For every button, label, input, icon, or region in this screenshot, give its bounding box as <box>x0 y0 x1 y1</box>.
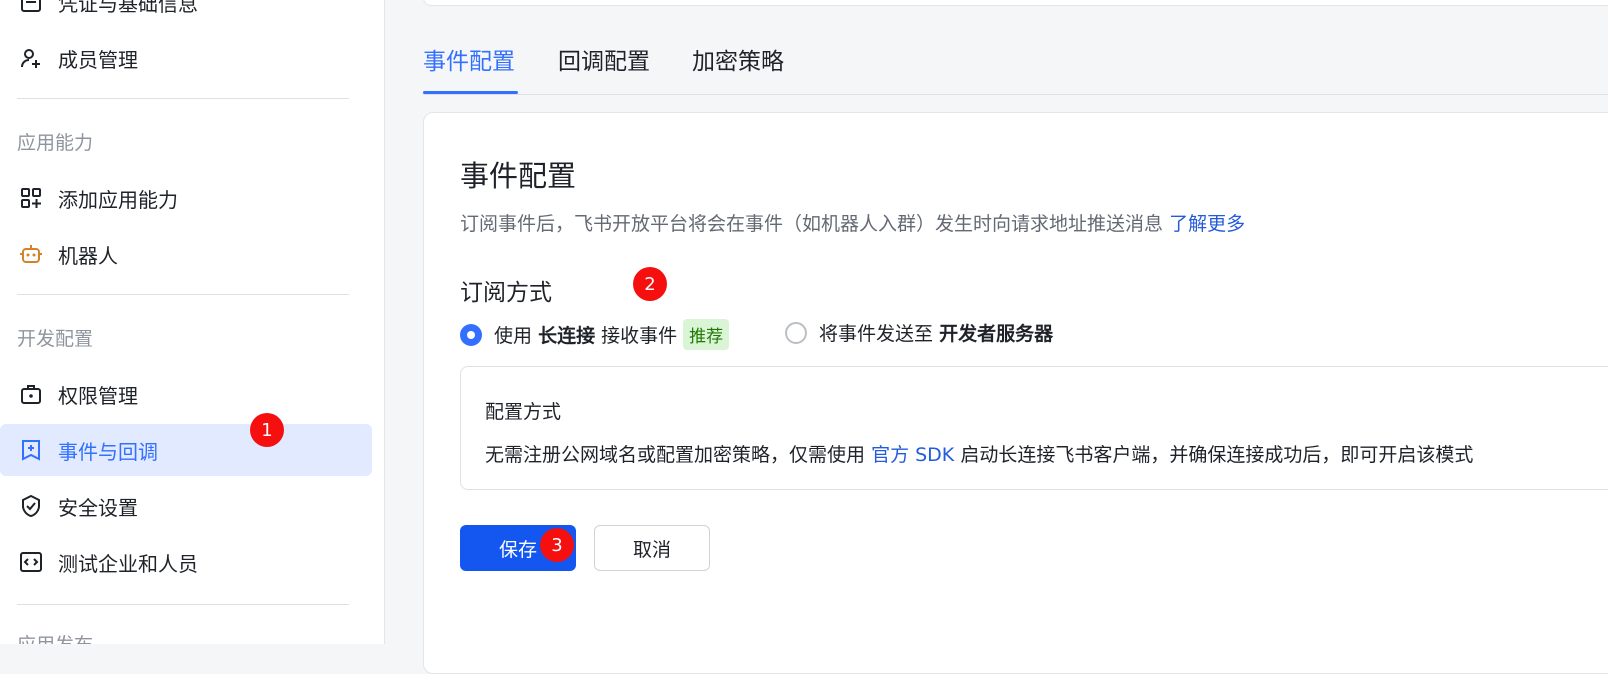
config-method-box: 配置方式 无需注册公网域名或配置加密策略，仅需使用 官方 SDK 启动长连接飞书… <box>460 366 1608 490</box>
id-card-icon <box>18 0 44 15</box>
config-text: 无需注册公网域名或配置加密策略，仅需使用 <box>485 444 866 466</box>
tab-callback-config[interactable]: 回调配置 <box>558 42 650 76</box>
grid-add-icon <box>18 185 44 211</box>
config-method-title: 配置方式 <box>485 401 562 423</box>
section-title-release: 应用发布 <box>17 630 93 644</box>
option-text: 将事件发送至 <box>819 323 934 345</box>
sidebar-item-label: 测试企业和人员 <box>58 551 198 576</box>
robot-icon <box>18 241 44 267</box>
description-text: 订阅事件后，飞书开放平台将会在事件（如机器人入群）发生时向请求地址推送消息 <box>460 213 1164 235</box>
sidebar-item-label: 凭证与基础信息 <box>58 0 198 16</box>
sidebar-item-security[interactable]: 安全设置 <box>0 480 372 532</box>
option-bold-text: 长连接 <box>538 325 596 347</box>
tab-event-config[interactable]: 事件配置 <box>423 42 515 76</box>
sidebar-item-test-tenant[interactable]: 测试企业和人员 <box>0 536 372 588</box>
config-text: 启动长连接飞书客户端，并确保连接成功后，即可开启该模式 <box>960 444 1474 466</box>
annotation-badge-2: 2 <box>633 267 667 301</box>
event-config-card: 事件配置 订阅事件后，飞书开放平台将会在事件（如机器人入群）发生时向请求地址推送… <box>423 112 1608 674</box>
code-icon <box>18 549 44 575</box>
subscribe-method-title: 订阅方式 <box>460 280 552 306</box>
annotation-badge-3: 3 <box>540 528 574 562</box>
section-title-capabilities: 应用能力 <box>17 132 94 154</box>
sidebar-divider <box>17 294 349 295</box>
annotation-badge-1: 1 <box>250 413 284 447</box>
tab-encryption-policy[interactable]: 加密策略 <box>692 42 784 76</box>
learn-more-link[interactable]: 了解更多 <box>1169 213 1245 235</box>
config-method-text: 无需注册公网域名或配置加密策略，仅需使用 官方 SDK 启动长连接飞书客户端，并… <box>485 440 1473 467</box>
sidebar-item-label: 安全设置 <box>58 495 138 520</box>
sidebar-item-label: 成员管理 <box>58 47 138 72</box>
tab-active-indicator <box>423 91 518 94</box>
section-title-dev-config: 开发配置 <box>17 328 94 350</box>
radio-unselected-icon[interactable] <box>785 321 807 344</box>
sidebar-divider <box>17 604 349 605</box>
top-card-edge <box>423 0 1608 6</box>
recommended-tag: 推荐 <box>683 319 730 350</box>
option-bold-text: 开发者服务器 <box>939 323 1054 345</box>
cancel-button[interactable]: 取消 <box>594 525 710 571</box>
tab-bar: 事件配置 回调配置 加密策略 <box>423 42 1608 95</box>
option-text: 使用 <box>494 325 533 347</box>
radio-long-connection[interactable]: 使用 长连接 接收事件 推荐 <box>460 319 730 350</box>
sidebar-item-label: 添加应用能力 <box>58 187 178 212</box>
sidebar: 凭证与基础信息 成员管理 应用能力 添加应用能力 机器人 开发配置 权限管理 事… <box>0 0 385 644</box>
official-sdk-link[interactable]: 官方 SDK <box>871 444 954 466</box>
sidebar-item-add-capability[interactable]: 添加应用能力 <box>0 172 372 224</box>
sidebar-item-label: 机器人 <box>58 243 118 268</box>
card-description: 订阅事件后，飞书开放平台将会在事件（如机器人入群）发生时向请求地址推送消息 了解… <box>460 209 1245 236</box>
user-add-icon <box>18 45 44 71</box>
radio-developer-server[interactable]: 将事件发送至 开发者服务器 <box>785 319 1053 346</box>
radio-selected-icon[interactable] <box>460 323 482 346</box>
shield-icon <box>18 493 44 519</box>
sidebar-item-label: 事件与回调 <box>58 439 158 464</box>
card-title: 事件配置 <box>460 159 577 193</box>
briefcase-icon <box>18 381 44 407</box>
sidebar-item-permissions[interactable]: 权限管理 <box>0 368 372 420</box>
sidebar-item-credentials[interactable]: 凭证与基础信息 <box>0 0 372 28</box>
sidebar-item-label: 权限管理 <box>58 383 138 408</box>
event-callback-icon <box>18 437 44 463</box>
sidebar-item-robot[interactable]: 机器人 <box>0 228 372 280</box>
sidebar-item-events-callbacks[interactable]: 事件与回调 <box>0 424 372 476</box>
option-text: 接收事件 <box>601 325 678 347</box>
sidebar-divider <box>17 98 349 99</box>
main-content: 事件配置 回调配置 加密策略 事件配置 订阅事件后，飞书开放平台将会在事件（如机… <box>385 0 1608 674</box>
sidebar-item-members[interactable]: 成员管理 <box>0 32 372 84</box>
